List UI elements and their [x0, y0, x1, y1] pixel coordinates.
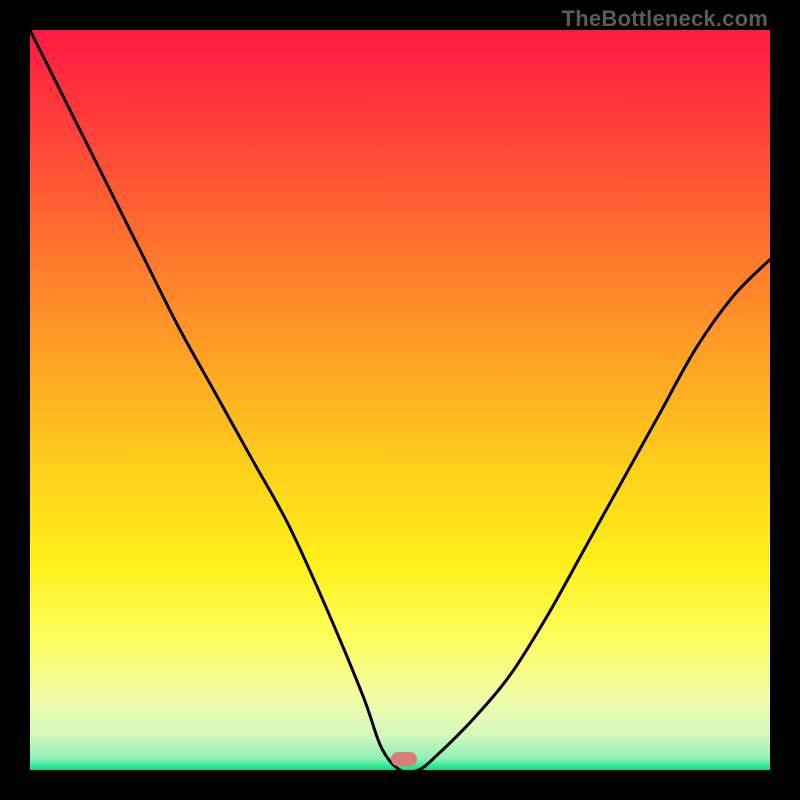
watermark-text: TheBottleneck.com [562, 6, 768, 32]
plot-area [30, 30, 770, 770]
optimal-point-marker [391, 752, 417, 766]
chart-frame: TheBottleneck.com [0, 0, 800, 800]
bottleneck-curve [30, 30, 770, 770]
